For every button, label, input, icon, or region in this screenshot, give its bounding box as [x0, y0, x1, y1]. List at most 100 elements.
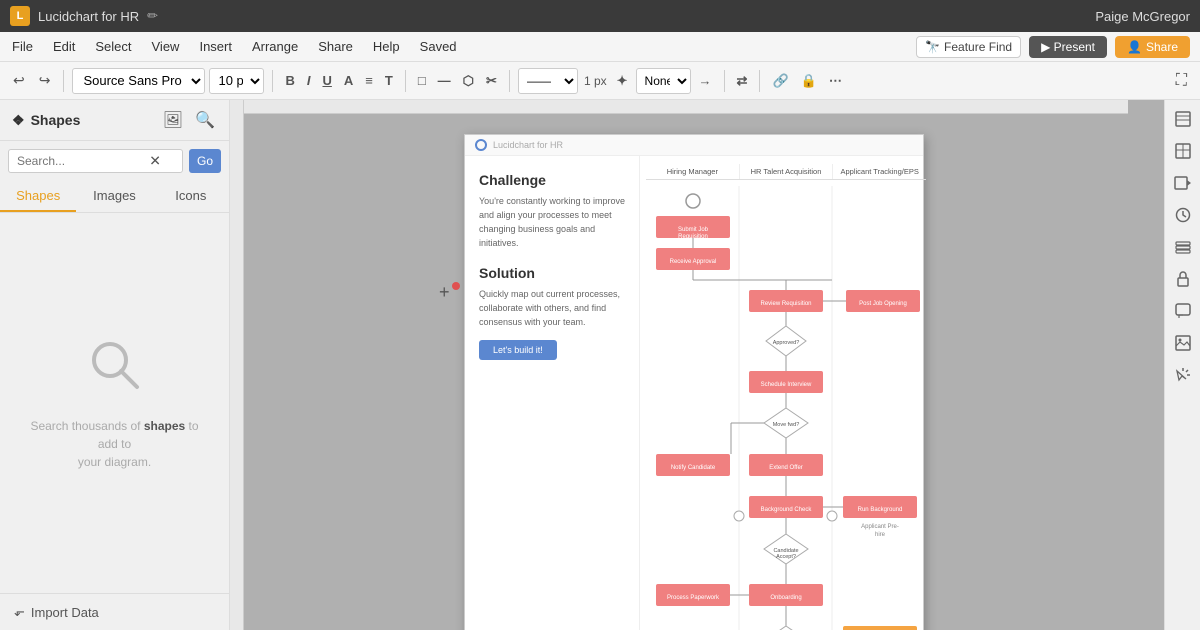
- panel-image-icon[interactable]: 🖼: [161, 108, 185, 132]
- arrow-end-button[interactable]: →: [695, 70, 716, 91]
- svg-text:Background Check: Background Check: [761, 507, 813, 513]
- svg-text:Submit Job: Submit Job: [678, 227, 709, 233]
- import-data-button[interactable]: ⬐ Import Data: [0, 593, 229, 630]
- menu-saved[interactable]: Saved: [418, 35, 459, 58]
- font-color-button[interactable]: A: [340, 70, 357, 91]
- share-button[interactable]: 👤 Share: [1115, 36, 1190, 58]
- effects-button[interactable]: ⬡: [459, 70, 478, 92]
- challenge-text: You're constantly working to improve and…: [479, 195, 625, 251]
- cursor-indicator: [452, 282, 460, 290]
- menu-insert[interactable]: Insert: [197, 35, 234, 58]
- user-name: Paige McGregor: [1095, 9, 1190, 24]
- title-bar-right: Paige McGregor: [1095, 9, 1190, 24]
- text-format-button[interactable]: T: [381, 70, 397, 91]
- font-size-select[interactable]: 10 pt 12 pt 14 pt: [209, 68, 264, 94]
- clear-search-button[interactable]: ✕: [149, 153, 161, 170]
- bold-button[interactable]: B: [281, 70, 298, 91]
- shape-fill-button[interactable]: □: [414, 70, 430, 91]
- edit-title-icon[interactable]: ✏: [147, 8, 158, 24]
- left-panel: ❖ Shapes 🖼 🔍 ✕ Go Shapes Images Icons: [0, 100, 230, 630]
- menu-edit[interactable]: Edit: [51, 35, 77, 58]
- menu-view[interactable]: View: [150, 35, 182, 58]
- line-color-button[interactable]: —: [434, 70, 455, 91]
- tab-shapes[interactable]: Shapes: [0, 181, 76, 212]
- tab-icons[interactable]: Icons: [153, 181, 229, 212]
- panel-header: ❖ Shapes 🖼 🔍: [0, 100, 229, 141]
- menu-file[interactable]: File: [10, 35, 35, 58]
- fc-header-3: Applicant Tracking/EPS: [833, 164, 926, 179]
- present-button[interactable]: ▶ Present: [1029, 36, 1107, 58]
- svg-text:hire: hire: [875, 532, 886, 538]
- sidebar-image-button[interactable]: [1168, 328, 1198, 358]
- cursor-plus-icon: +: [439, 282, 450, 303]
- toolbar-sep-3: [405, 70, 406, 92]
- more-button[interactable]: ⋯: [825, 70, 846, 92]
- line-end-button[interactable]: ✦: [613, 70, 632, 92]
- toolbar-sep-6: [759, 70, 760, 92]
- solution-heading: Solution: [479, 265, 625, 281]
- sidebar-video-button[interactable]: [1168, 168, 1198, 198]
- text-align-button[interactable]: ≡: [361, 70, 377, 91]
- sidebar-chat-button[interactable]: [1168, 296, 1198, 326]
- crop-button[interactable]: ✂: [482, 70, 501, 92]
- feature-find-button[interactable]: 🔭 Feature Find: [916, 36, 1021, 58]
- svg-text:Schedule Interview: Schedule Interview: [761, 382, 812, 388]
- search-row: ✕ Go: [0, 141, 229, 181]
- sidebar-lock-button[interactable]: [1168, 264, 1198, 294]
- menu-right: 🔭 Feature Find ▶ Present 👤 Share: [916, 36, 1190, 58]
- svg-text:Receive Approval: Receive Approval: [670, 259, 717, 265]
- sidebar-history-button[interactable]: [1168, 200, 1198, 230]
- arrow-start-select[interactable]: None Arrow: [636, 68, 691, 94]
- menu-help[interactable]: Help: [371, 35, 402, 58]
- sidebar-magic-button[interactable]: [1168, 360, 1198, 390]
- sidebar-layers-button[interactable]: [1168, 104, 1198, 134]
- feature-find-label: Feature Find: [944, 40, 1012, 54]
- menu-share[interactable]: Share: [316, 35, 355, 58]
- underline-button[interactable]: U: [318, 70, 335, 91]
- document-page: Lucidchart for HR Challenge You're const…: [464, 134, 924, 630]
- doc-logo-bar: Lucidchart for HR: [465, 135, 923, 156]
- empty-state-text: Search thousands of shapes to add toyour…: [20, 417, 209, 471]
- svg-text:Process Paperwork: Process Paperwork: [667, 595, 720, 601]
- panel-title-label: Shapes: [31, 112, 81, 128]
- line-style-select[interactable]: —— - - -: [518, 68, 578, 94]
- share-icon: 👤: [1127, 40, 1142, 54]
- canvas-viewport[interactable]: Lucidchart for HR Challenge You're const…: [244, 114, 1128, 630]
- go-button[interactable]: Go: [189, 149, 221, 173]
- svg-text:Run Background: Run Background: [858, 507, 903, 513]
- fc-header-1: Hiring Manager: [646, 164, 740, 179]
- canvas-area[interactable]: Lucidchart for HR Challenge You're const…: [230, 100, 1164, 630]
- undo-button[interactable]: ↩: [8, 69, 30, 92]
- link-button[interactable]: 🔗: [768, 70, 792, 92]
- logo-text: Lucidchart for HR: [493, 140, 563, 150]
- menu-arrange[interactable]: Arrange: [250, 35, 300, 58]
- panel-search-icon[interactable]: 🔍: [193, 108, 217, 132]
- ruler-vertical: [230, 100, 244, 630]
- fullscreen-button[interactable]: ⛶: [1171, 69, 1192, 93]
- svg-text:Move fwd?: Move fwd?: [773, 422, 800, 428]
- panel-tabs: Shapes Images Icons: [0, 181, 229, 213]
- redo-button[interactable]: ↪: [34, 69, 56, 92]
- empty-search-icon: [85, 335, 145, 407]
- font-family-select[interactable]: Source Sans Pro: [72, 68, 205, 94]
- lock-button[interactable]: 🔒: [797, 70, 821, 92]
- import-label: Import Data: [31, 605, 99, 620]
- logo-circle: [475, 139, 487, 151]
- import-icon: ⬐: [14, 604, 25, 620]
- share-label: Share: [1146, 40, 1178, 54]
- menu-select[interactable]: Select: [93, 35, 133, 58]
- sidebar-stack-button[interactable]: [1168, 232, 1198, 262]
- right-sidebar: [1164, 100, 1200, 630]
- italic-button[interactable]: I: [303, 70, 315, 91]
- doc-content: Challenge You're constantly working to i…: [465, 156, 923, 630]
- flip-button[interactable]: ⇄: [733, 70, 752, 92]
- tab-images[interactable]: Images: [76, 181, 152, 212]
- fc-header-2: HR Talent Acquisition: [740, 164, 834, 179]
- doc-right-content: Hiring Manager HR Talent Acquisition App…: [640, 156, 932, 630]
- solution-text: Quickly map out current processes, colla…: [479, 288, 625, 330]
- toolbar-sep-4: [509, 70, 510, 92]
- lets-build-button[interactable]: Let's build it!: [479, 340, 557, 360]
- sidebar-table-button[interactable]: [1168, 136, 1198, 166]
- menu-bar: File Edit Select View Insert Arrange Sha…: [0, 32, 1200, 62]
- svg-text:Applicant Pre-: Applicant Pre-: [861, 524, 899, 530]
